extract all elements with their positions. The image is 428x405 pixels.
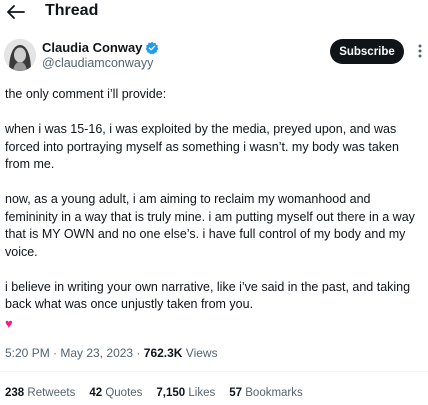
tweet-paragraph: now, as a young adult, i am aiming to re… [5,192,415,259]
tweet-meta: 5:20 PM · May 23, 2023 · 762.3K Views [5,345,218,361]
quotes-stat[interactable]: 42 Quotes [89,385,142,401]
divider [0,371,428,372]
views-label: Views [182,346,218,360]
meta-separator: · [133,346,144,360]
tweet-text: the only comment i’ll provide: when i wa… [5,86,425,332]
author-handle[interactable]: @claudiamconwayy [42,56,153,71]
more-options-icon[interactable] [412,43,428,59]
retweets-count: 238 [5,387,25,399]
views-count: 762.3K [143,346,183,360]
subscribe-button[interactable]: Subscribe [330,39,404,64]
likes-label: Likes [188,387,216,399]
tweet-time[interactable]: 5:20 PM [5,346,50,360]
tweet-author: Claudia Conway @claudiamconwayy Subscrib… [0,37,428,77]
tweet-paragraph: the only comment i’ll provide: [5,87,167,101]
page-title: Thread [45,2,99,19]
top-bar: Thread [0,0,428,28]
bookmarks-count: 57 [229,387,243,399]
avatar[interactable] [4,39,36,71]
bookmarks-stat[interactable]: 57 Bookmarks [229,385,303,401]
likes-count: 7,150 [156,387,186,399]
quotes-count: 42 [89,387,103,399]
author-name[interactable]: Claudia Conway [42,40,142,56]
bookmarks-label: Bookmarks [245,387,303,399]
back-arrow-icon[interactable] [6,4,26,20]
tweet-paragraph: i believe in writing your own narrative,… [5,279,411,312]
retweets-label: Retweets [27,387,76,399]
verified-badge-icon [145,41,159,55]
quotes-label: Quotes [105,387,143,399]
meta-separator: · [49,346,61,360]
tweet-date[interactable]: May 23, 2023 [60,346,133,360]
retweets-stat[interactable]: 238 Retweets [5,385,75,401]
tweet-paragraph: when i was 15-16, i was exploited by the… [5,122,399,171]
engagement-stats: 238 Retweets 42 Quotes 7,150 Likes 57 Bo… [5,385,317,401]
likes-stat[interactable]: 7,150 Likes [156,385,215,401]
heart-emoji-icon: ♥ [5,315,13,331]
